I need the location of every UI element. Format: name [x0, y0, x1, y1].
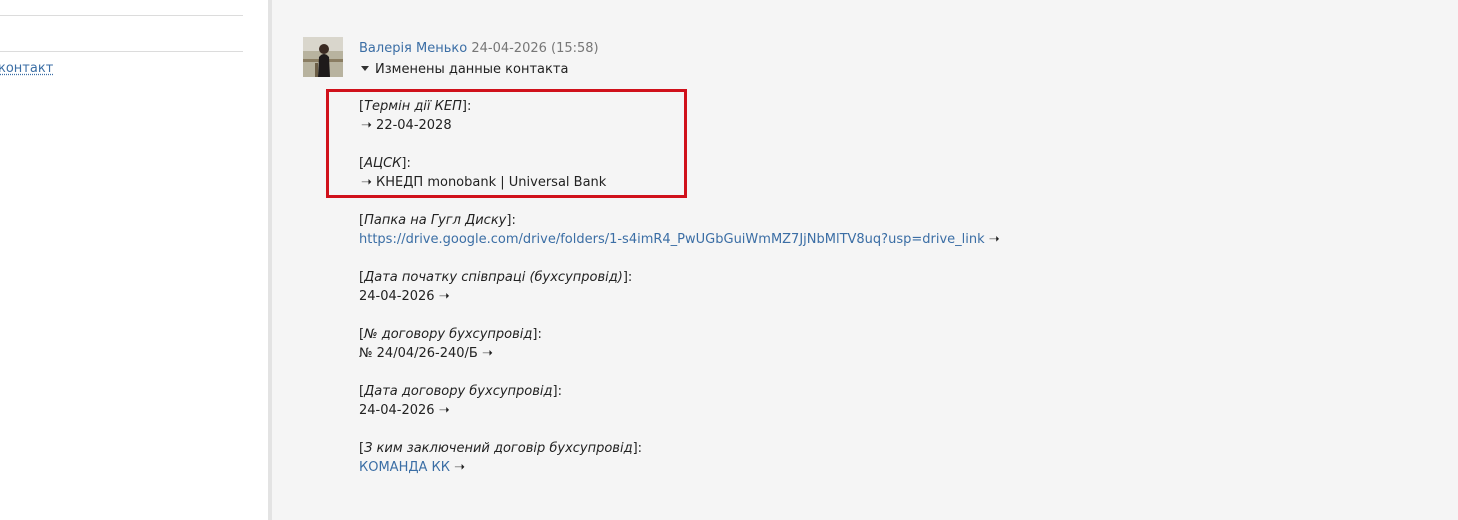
- field-label: [Дата договору бухсупровід]:: [359, 384, 562, 399]
- company-link[interactable]: КОМАНДА КК: [359, 460, 450, 475]
- field-value: КОМАНДА КК ➝: [359, 460, 466, 475]
- left-panel: контакт: [0, 0, 268, 520]
- avatar[interactable]: [303, 37, 343, 77]
- author-link[interactable]: Валерія Менько: [359, 41, 467, 56]
- highlight-box: [326, 89, 687, 198]
- field-value: 24-04-2026 ➝: [359, 289, 450, 304]
- caret-down-icon[interactable]: [361, 66, 369, 71]
- field-label: [№ договору бухсупровід]:: [359, 327, 542, 342]
- field-value: № 24/04/26-240/Б ➝: [359, 346, 493, 361]
- entry-header: Валерія Менько 24-04-2026 (15:58): [359, 40, 599, 58]
- change-summary[interactable]: Изменены данные контакта: [359, 61, 568, 79]
- field-label: [Папка на Гугл Диску]:: [359, 213, 516, 228]
- divider: [0, 51, 243, 52]
- field-label: [Дата початку співпраці (бухсупровід)]:: [359, 270, 633, 285]
- field-value: https://drive.google.com/drive/folders/1…: [359, 232, 1000, 247]
- field-value: 24-04-2026 ➝: [359, 403, 450, 418]
- field-label: [З ким заключений договір бухсупровід]:: [359, 441, 643, 456]
- summary-text: Изменены данные контакта: [375, 62, 569, 77]
- drive-link[interactable]: https://drive.google.com/drive/folders/1…: [359, 232, 985, 247]
- entry-datetime: 24-04-2026 (15:58): [471, 41, 599, 56]
- avatar-image: [303, 37, 343, 77]
- contact-link[interactable]: контакт: [0, 61, 53, 76]
- divider: [0, 15, 243, 16]
